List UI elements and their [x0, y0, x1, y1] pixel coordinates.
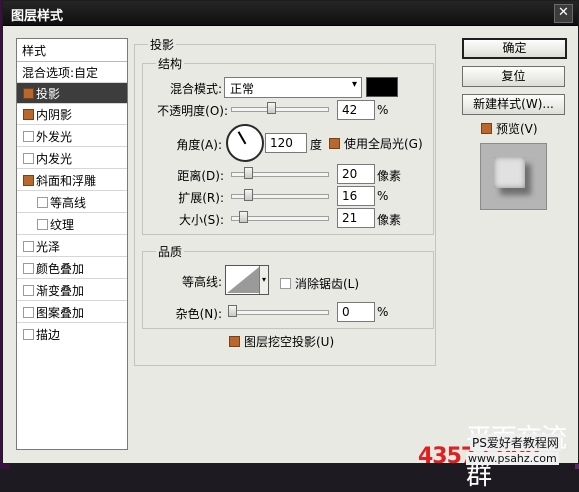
- noise-slider-thumb[interactable]: [228, 305, 237, 317]
- noise-label: 杂色(N):: [175, 307, 222, 321]
- size-input[interactable]: 21: [337, 208, 375, 228]
- noise-unit: %: [377, 305, 389, 319]
- reset-button[interactable]: 复位: [462, 66, 565, 87]
- preview-square: [494, 157, 525, 188]
- satin-checkbox[interactable]: [23, 241, 34, 252]
- preview-checkbox[interactable]: [481, 123, 492, 134]
- list-item-outer-glow[interactable]: 外发光: [17, 126, 127, 147]
- antialias-checkbox[interactable]: [280, 278, 291, 289]
- size-label: 大小(S):: [178, 213, 224, 227]
- angle-unit: 度: [310, 138, 323, 152]
- opacity-slider-thumb[interactable]: [267, 102, 276, 114]
- styles-list-header[interactable]: 样式: [17, 39, 127, 62]
- opacity-input[interactable]: 42: [337, 100, 375, 120]
- list-item-pattern-overlay[interactable]: 图案叠加: [17, 302, 127, 323]
- knockout-checkbox[interactable]: [229, 336, 240, 347]
- noise-input[interactable]: 0: [337, 302, 375, 322]
- title-bar: 图层样式 ✕: [3, 1, 578, 26]
- distance-input[interactable]: 20: [337, 164, 375, 184]
- style-preview-thumbnail: [480, 143, 547, 210]
- blend-mode-label: 混合模式:: [169, 82, 222, 96]
- stroke-checkbox[interactable]: [23, 329, 34, 340]
- contour-picker[interactable]: ▾: [225, 265, 269, 295]
- noise-slider[interactable]: [231, 310, 329, 315]
- list-item-texture[interactable]: 纹理: [17, 214, 127, 235]
- drop-shadow-title: 投影: [148, 36, 177, 53]
- ok-button[interactable]: 确定: [462, 38, 567, 59]
- gradient-overlay-checkbox[interactable]: [23, 285, 34, 296]
- contour-label: 等高线:: [181, 275, 222, 289]
- spread-input[interactable]: 16: [337, 186, 375, 206]
- color-overlay-checkbox[interactable]: [23, 263, 34, 274]
- watermark-site-url: www.psahz.com: [466, 452, 559, 465]
- opacity-slider[interactable]: [231, 107, 329, 112]
- opacity-unit: %: [377, 103, 389, 117]
- distance-unit: 像素: [377, 169, 402, 183]
- list-item-gradient-overlay[interactable]: 渐变叠加: [17, 280, 127, 301]
- angle-dial[interactable]: [226, 124, 264, 162]
- global-light-checkbox[interactable]: [329, 138, 340, 149]
- list-item-satin[interactable]: 光泽: [17, 236, 127, 257]
- quality-title: 品质: [156, 243, 185, 260]
- inner-glow-checkbox[interactable]: [23, 153, 34, 164]
- list-item-inner-shadow[interactable]: 内阴影: [17, 104, 127, 125]
- contour-checkbox[interactable]: [37, 197, 48, 208]
- watermark-site-name: PS爱好者教程网: [470, 434, 561, 451]
- outer-glow-checkbox[interactable]: [23, 131, 34, 142]
- spread-label: 扩展(R):: [178, 191, 224, 205]
- knockout-toggle[interactable]: 图层挖空投影(U): [229, 333, 334, 350]
- texture-checkbox[interactable]: [37, 219, 48, 230]
- list-item-contour[interactable]: 等高线: [17, 192, 127, 213]
- drop-shadow-checkbox[interactable]: [23, 88, 34, 99]
- angle-input[interactable]: 120: [265, 133, 307, 153]
- distance-slider-thumb[interactable]: [244, 167, 253, 179]
- spread-slider-thumb[interactable]: [244, 189, 253, 201]
- list-item-drop-shadow[interactable]: 投影: [17, 83, 127, 104]
- new-style-button[interactable]: 新建样式(W)...: [462, 94, 565, 115]
- chevron-down-icon[interactable]: ▾: [259, 266, 268, 294]
- size-unit: 像素: [377, 213, 402, 227]
- opacity-label: 不透明度(O):: [157, 104, 228, 118]
- list-item-inner-glow[interactable]: 内发光: [17, 148, 127, 169]
- inner-shadow-checkbox[interactable]: [23, 109, 34, 120]
- list-item-blending-options[interactable]: 混合选项:自定: [17, 62, 127, 83]
- angle-label: 角度(A):: [176, 138, 222, 152]
- contour-preview: [227, 267, 259, 293]
- size-slider-thumb[interactable]: [239, 211, 248, 223]
- structure-title: 结构: [156, 55, 185, 72]
- list-item-bevel-emboss[interactable]: 斜面和浮雕: [17, 170, 127, 191]
- list-item-color-overlay[interactable]: 颜色叠加: [17, 258, 127, 279]
- list-item-stroke[interactable]: 描边: [17, 324, 127, 344]
- angle-dial-hand: [237, 131, 247, 145]
- chevron-down-icon: ▾: [351, 79, 357, 90]
- shadow-color-swatch[interactable]: [366, 77, 398, 97]
- dialog-title: 图层样式: [11, 9, 64, 24]
- global-light-toggle[interactable]: 使用全局光(G): [329, 135, 423, 152]
- styles-list: 样式 混合选项:自定 投影 内阴影 外发光 内发光 斜面和浮雕 等高线 纹理 光…: [16, 38, 128, 450]
- spread-unit: %: [377, 189, 389, 203]
- pattern-overlay-checkbox[interactable]: [23, 307, 34, 318]
- antialias-toggle[interactable]: 消除锯齿(L): [280, 275, 359, 292]
- distance-label: 距离(D):: [177, 169, 224, 183]
- close-button[interactable]: ✕: [554, 4, 573, 23]
- blend-mode-select[interactable]: 正常 ▾: [224, 77, 362, 98]
- bevel-emboss-checkbox[interactable]: [23, 175, 34, 186]
